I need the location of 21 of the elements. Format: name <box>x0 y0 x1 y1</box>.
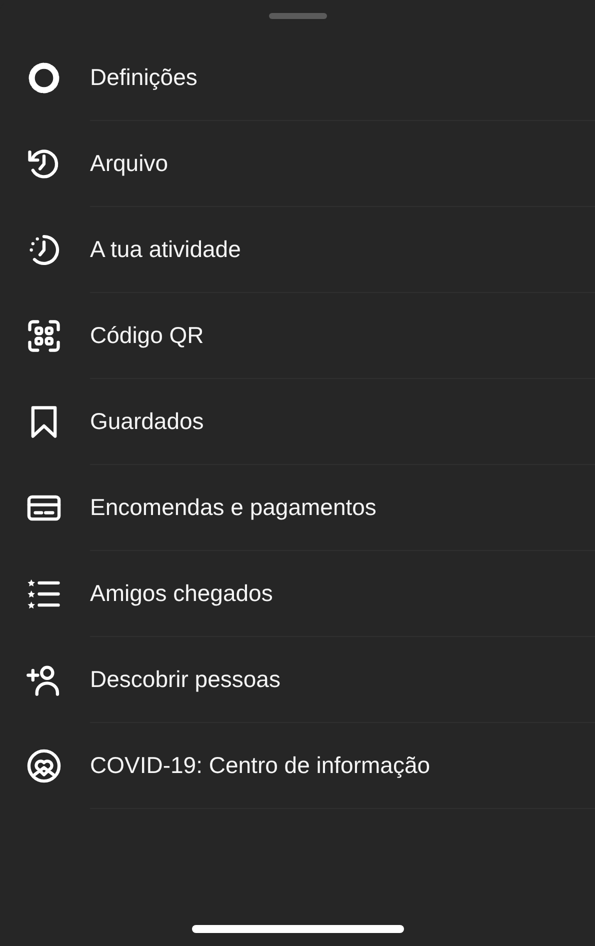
menu-item[interactable]: Arquivo <box>0 121 595 207</box>
menu-item[interactable]: A tua atividade <box>0 207 595 293</box>
menu-item[interactable]: Descobrir pessoas <box>0 637 595 723</box>
menu-item-label: Encomendas e pagamentos <box>90 494 376 521</box>
menu-item[interactable]: Encomendas e pagamentos <box>0 465 595 551</box>
menu-item[interactable]: Código QR <box>0 293 595 379</box>
menu-item[interactable]: Definições <box>0 22 595 121</box>
menu-item-label: Guardados <box>90 408 204 435</box>
menu-item[interactable]: Amigos chegados <box>0 551 595 637</box>
heart-circle-icon <box>25 747 63 785</box>
qr-code-icon <box>25 317 63 355</box>
menu-item-label: Arquivo <box>90 150 168 177</box>
menu-item-label: A tua atividade <box>90 236 241 263</box>
menu-item-label: COVID-19: Centro de informação <box>90 752 430 779</box>
menu-item-label: Definições <box>90 64 198 91</box>
menu-item-label: Descobrir pessoas <box>90 666 280 693</box>
menu-item-label: Código QR <box>90 322 204 349</box>
menu-item[interactable]: COVID-19: Centro de informação <box>0 723 595 809</box>
menu-item-label: Amigos chegados <box>90 580 273 607</box>
menu-item[interactable]: Guardados <box>0 379 595 465</box>
drag-handle[interactable] <box>268 13 326 19</box>
